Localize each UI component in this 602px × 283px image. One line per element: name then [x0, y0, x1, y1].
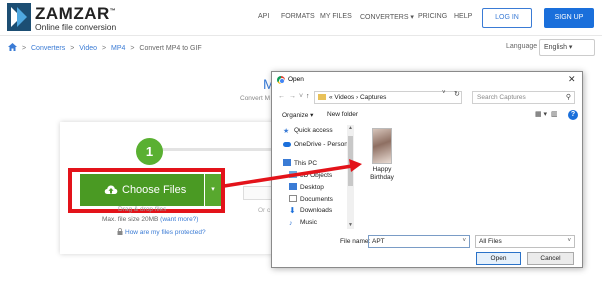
nav-documents[interactable]: Documents	[289, 195, 333, 203]
or-text: Or c	[258, 207, 271, 214]
file-name-value: APT	[372, 238, 385, 245]
desktop-icon	[289, 183, 297, 190]
breadcrumb-separator: >	[130, 45, 135, 52]
nav-my-files[interactable]: MY FILES	[320, 13, 352, 20]
recent-chevron-icon[interactable]: ˅	[299, 93, 303, 100]
nav-scrollbar-thumb[interactable]	[348, 136, 353, 186]
cube-icon	[289, 171, 297, 178]
document-icon	[289, 195, 297, 202]
address-path: « Videos › Captures	[329, 94, 387, 101]
breadcrumb-mp4[interactable]: MP4	[111, 45, 125, 52]
step-number-badge: 1	[136, 138, 163, 165]
language-label: Language	[506, 43, 538, 50]
view-options-icon[interactable]: ▦ ▾ ▥	[535, 110, 558, 118]
chevron-down-icon[interactable]: ˅	[567, 236, 571, 247]
breadcrumb-video[interactable]: Video	[79, 45, 97, 52]
chrome-icon	[277, 76, 285, 84]
cancel-button[interactable]: Cancel	[527, 252, 574, 265]
file-type-filter[interactable]: All Files ˅	[475, 235, 575, 248]
language-select[interactable]: English ▾	[539, 39, 595, 56]
new-folder-button[interactable]: New folder	[327, 111, 358, 118]
download-icon: ⬇	[289, 206, 296, 215]
nav-api[interactable]: API	[258, 13, 269, 20]
max-file-size-text: Max. file size 20MB (want more?)	[102, 216, 199, 223]
open-button[interactable]: Open	[476, 252, 521, 265]
address-chevron-icon[interactable]: ˅	[442, 90, 446, 96]
nav-this-pc[interactable]: This PC	[283, 159, 317, 167]
drag-drop-text: Drag & drop files	[118, 206, 167, 213]
music-icon: ♪	[289, 220, 293, 227]
nav-desktop[interactable]: Desktop	[289, 183, 324, 191]
dialog-toolbar: Organize ▾ New folder ▦ ▾ ▥ ?	[272, 109, 582, 123]
nav-quick-access[interactable]: ★ Quick access	[283, 127, 333, 135]
dialog-title: Open	[288, 76, 304, 83]
nav-converters[interactable]: CONVERTERS ▾	[360, 13, 414, 21]
brand-tagline: Online file conversion	[35, 22, 117, 32]
file-thumbnail[interactable]	[372, 128, 392, 164]
breadcrumb-separator: >	[21, 45, 27, 52]
scroll-down-icon[interactable]: ▼	[348, 222, 353, 228]
breadcrumb-converters[interactable]: Converters	[31, 45, 65, 52]
site-header: ZAMZAR™ Online file conversion API FORMA…	[0, 0, 602, 36]
close-icon[interactable]: ✕	[568, 74, 576, 85]
want-more-link[interactable]: (want more?)	[160, 216, 198, 223]
nav-help[interactable]: HELP	[454, 13, 472, 20]
scroll-up-icon[interactable]: ▲	[348, 125, 353, 131]
home-icon[interactable]	[8, 43, 17, 51]
forward-arrow-icon[interactable]: →	[289, 93, 296, 100]
file-name-input[interactable]: APT ˅	[368, 235, 470, 248]
files-protected-link[interactable]: How are my files protected?	[117, 228, 206, 236]
open-file-dialog: Open ✕ ← → ˅ ↑ « Videos › Captures ˅ ↻ S…	[271, 71, 583, 268]
address-row: ← → ˅ ↑ « Videos › Captures ˅ ↻ Search C…	[272, 90, 582, 106]
star-icon: ★	[283, 128, 290, 135]
login-button[interactable]: LOG IN	[482, 8, 532, 28]
nav-downloads[interactable]: ⬇ Downloads	[289, 206, 332, 215]
help-icon[interactable]: ?	[568, 110, 578, 120]
address-bar[interactable]: « Videos › Captures	[314, 91, 462, 104]
file-name-field-label: File name:	[340, 238, 371, 245]
cloud-icon	[283, 142, 291, 147]
folder-icon	[318, 94, 326, 100]
nav-onedrive[interactable]: OneDrive - Persona	[283, 141, 351, 148]
nav-3d-objects[interactable]: 3D Objects	[289, 171, 332, 179]
refresh-icon[interactable]: ↻	[454, 90, 460, 98]
lock-icon	[117, 228, 123, 235]
format-select-placeholder[interactable]	[243, 186, 273, 200]
nav-music[interactable]: ♪ Music	[289, 219, 317, 227]
dialog-titlebar[interactable]: Open ✕	[272, 72, 582, 88]
file-name-label[interactable]: Happy Birthday	[362, 166, 402, 182]
zamzar-logo-icon[interactable]	[7, 3, 31, 31]
page-subtitle: Convert M	[240, 95, 270, 102]
search-placeholder: Search Captures	[477, 94, 526, 101]
search-icon: ⚲	[565, 94, 571, 101]
breadcrumb-separator: >	[70, 45, 75, 52]
signup-button[interactable]: SIGN UP	[544, 8, 594, 28]
step-progress-line	[157, 148, 272, 151]
brand-name[interactable]: ZAMZAR™	[35, 4, 116, 24]
organize-menu[interactable]: Organize ▾	[282, 111, 313, 119]
breadcrumb-current: Convert MP4 to GIF	[139, 45, 202, 52]
up-arrow-icon[interactable]: ↑	[306, 93, 310, 100]
chevron-down-icon[interactable]: ˅	[462, 236, 466, 247]
search-input[interactable]: Search Captures ⚲	[472, 91, 575, 104]
navigation-pane: ★ Quick access OneDrive - Persona This PC…	[277, 125, 355, 229]
file-type-value: All Files	[479, 238, 502, 245]
breadcrumb-separator: >	[101, 45, 107, 52]
breadcrumb: > Converters > Video > MP4 > Convert MP4…	[8, 43, 202, 52]
back-arrow-icon[interactable]: ←	[278, 93, 285, 100]
nav-pricing[interactable]: PRICING	[418, 13, 447, 20]
pc-icon	[283, 159, 291, 166]
nav-formats[interactable]: FORMATS	[281, 13, 315, 20]
